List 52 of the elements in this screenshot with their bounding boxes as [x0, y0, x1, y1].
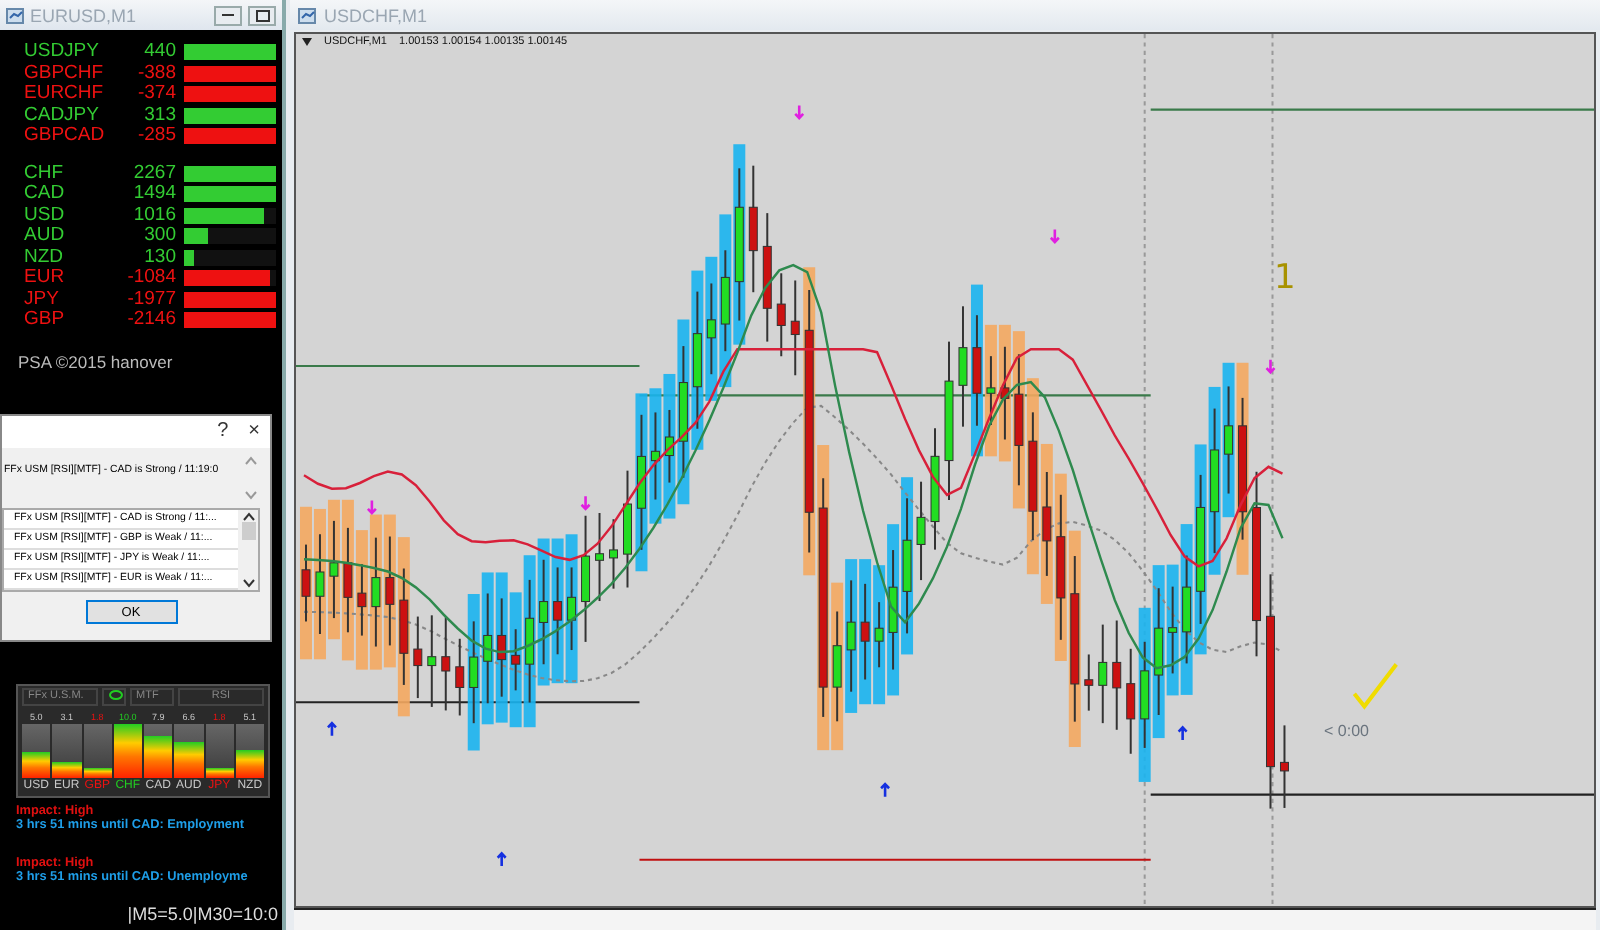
- pair-name: USDJPY: [24, 42, 101, 63]
- annotation-text: 1: [1274, 258, 1296, 298]
- up-arrow-icon: [1177, 725, 1188, 742]
- dropdown-arrow-icon[interactable]: [302, 38, 312, 46]
- down-arrow-icon: [366, 499, 378, 515]
- down-arrow-icon: [1265, 358, 1276, 375]
- pair-name: EURCHF: [24, 84, 106, 105]
- up-arrow-icon: [879, 782, 891, 799]
- chart-window-icon: [6, 7, 24, 23]
- up-arrow-icon: [496, 851, 507, 868]
- strength-value: -388: [135, 63, 176, 84]
- pair-name: GBPCHF: [24, 63, 106, 84]
- window-title: USDCHF,M1: [324, 5, 428, 25]
- down-arrow-icon: [580, 494, 591, 511]
- minimize-button[interactable]: [214, 5, 242, 25]
- scroll-up-icon[interactable]: [241, 512, 255, 522]
- candle-timer: < 0:00: [1324, 722, 1369, 740]
- down-arrow-icon: [793, 104, 805, 120]
- strength-value: 300: [142, 226, 176, 247]
- chart-window-icon: [298, 7, 316, 23]
- scrollbar-thumb[interactable]: [241, 522, 255, 540]
- pair-name: JPY: [24, 289, 61, 310]
- strength-value: 1016: [131, 205, 176, 226]
- up-arrow-icon: [326, 721, 338, 738]
- pair-name: CAD: [24, 184, 67, 205]
- strength-value: -374: [135, 84, 176, 105]
- pair-name: AUD: [24, 226, 67, 247]
- pair-name: CADJPY: [24, 105, 101, 126]
- strength-value: -1977: [125, 289, 176, 310]
- down-arrow-icon: [1049, 228, 1061, 244]
- strength-value: 130: [142, 247, 176, 268]
- window-title: EURUSD,M1: [30, 5, 139, 25]
- help-button[interactable]: ?: [217, 422, 229, 442]
- strength-value: 2267: [131, 163, 176, 184]
- pair-name: NZD: [24, 247, 66, 268]
- timeframe-readout: |M5=5.0|M30=10:0: [127, 904, 280, 924]
- pair-name: CHF: [24, 163, 66, 184]
- pair-name: GBPCAD: [24, 126, 107, 147]
- strength-value: -1084: [125, 268, 176, 289]
- pair-name: EUR: [24, 268, 67, 289]
- close-button[interactable]: ×: [248, 422, 260, 442]
- strength-value: 440: [142, 42, 176, 63]
- strength-value: 313: [142, 105, 176, 126]
- strength-value: 1494: [131, 184, 176, 205]
- checkmark-drawing: [1352, 663, 1398, 710]
- pair-name: GBP: [24, 310, 67, 331]
- strength-value: -2146: [125, 310, 176, 331]
- scroll-down-icon[interactable]: [241, 578, 255, 588]
- credit-text: PSA ©2015 hanover: [16, 349, 175, 371]
- strength-value: -285: [135, 126, 176, 147]
- pair-name: USD: [24, 205, 67, 226]
- restore-button[interactable]: [248, 5, 276, 25]
